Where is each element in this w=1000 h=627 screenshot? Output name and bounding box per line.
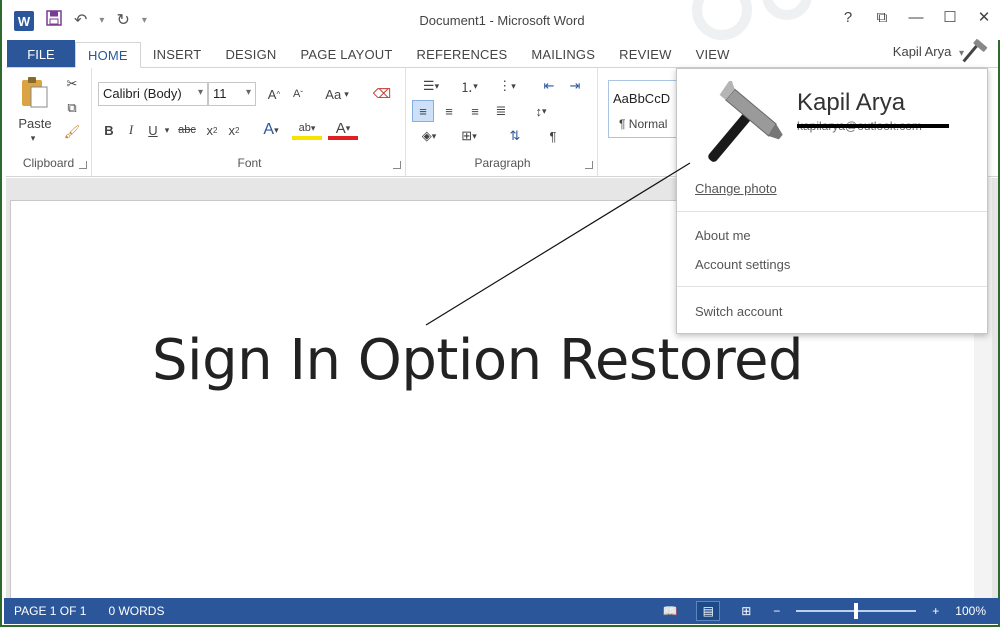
text-effects-icon[interactable]: A ▾ <box>258 120 284 140</box>
font-name-dropdown-icon[interactable]: ▾ <box>198 87 203 98</box>
align-center-icon[interactable]: ≡ <box>438 100 460 122</box>
multilevel-list-icon[interactable]: ⋮ ▾ <box>490 76 524 96</box>
tab-page-layout[interactable]: PAGE LAYOUT <box>289 40 405 68</box>
page-count-status[interactable]: PAGE 1 OF 1 <box>14 604 86 618</box>
sort-icon[interactable]: ⇅ <box>504 126 526 146</box>
change-photo-link[interactable]: Change photo <box>695 181 777 196</box>
font-group: Calibri (Body) ▾ 11 ▾ A ^ Aˇ Aa ▾ ⌫ B I U ▾ … <box>94 68 406 176</box>
help-button[interactable]: ? <box>838 9 858 26</box>
decrease-indent-icon[interactable]: ⇤ <box>538 76 560 96</box>
superscript-icon[interactable]: x2 <box>224 120 244 140</box>
line-spacing-icon[interactable]: ↕ ▾ <box>524 100 558 122</box>
tab-mailings[interactable]: MAILINGS <box>519 40 607 68</box>
maximize-button[interactable]: ☐ <box>940 8 960 26</box>
paste-button[interactable]: Paste <box>10 114 60 132</box>
clipboard-launcher-icon[interactable] <box>79 161 87 169</box>
tab-references[interactable]: REFERENCES <box>405 40 520 68</box>
window-controls: ? ⧉ — ☐ ✕ <box>838 8 994 27</box>
grow-font-icon[interactable]: A ^ <box>264 84 284 104</box>
change-case-button[interactable]: Aa ▾ <box>320 84 354 104</box>
word-window: W ↶ ▾ ↻ ▾ Document1 - Microsoft Word ? ⧉… <box>0 0 1000 627</box>
shading-icon[interactable]: ◈ ▾ <box>414 126 444 146</box>
ribbon-tabs: FILE HOME INSERT DESIGN PAGE LAYOUT REFE… <box>2 40 1000 68</box>
clipboard-group: Paste ▾ ✂ ⧉ 🖌 Clipboard <box>6 68 92 176</box>
paste-icon[interactable] <box>16 74 52 110</box>
print-layout-icon[interactable]: ▤ <box>696 601 721 621</box>
word-count-status[interactable]: 0 WORDS <box>108 604 164 618</box>
font-size-value: 11 <box>213 86 227 101</box>
style-normal-tile[interactable]: AaBbCcD ¶ Normal <box>608 80 682 138</box>
paragraph-group-label: Paragraph <box>474 156 531 170</box>
zoom-out-button[interactable]: − <box>773 604 780 618</box>
read-mode-icon[interactable]: 📖 <box>659 602 681 620</box>
status-bar: PAGE 1 OF 1 0 WORDS 📖 ▤ ⊞ − + 100% <box>4 598 1000 624</box>
ribbon-display-options-button[interactable]: ⧉ <box>872 9 892 26</box>
zoom-slider-thumb[interactable] <box>854 603 859 619</box>
underline-icon[interactable]: U <box>144 120 162 140</box>
cut-icon[interactable]: ✂ <box>62 74 82 94</box>
tab-design[interactable]: DESIGN <box>213 40 288 68</box>
account-popup: Kapil Arya kapilarya@outlook.com Change … <box>676 68 988 334</box>
popup-divider <box>677 211 987 212</box>
clear-formatting-icon[interactable]: ⌫ <box>372 84 392 104</box>
change-case-label: Aa <box>325 86 342 102</box>
font-size-combo[interactable]: 11 ▾ <box>208 82 256 106</box>
title-bar: W ↶ ▾ ↻ ▾ Document1 - Microsoft Word ? ⧉… <box>2 0 1000 40</box>
copy-icon[interactable]: ⧉ <box>62 98 82 118</box>
show-formatting-marks-icon[interactable]: ¶ <box>542 126 564 146</box>
highlight-color-icon[interactable]: ab ▾ <box>292 120 322 140</box>
format-painter-icon[interactable]: 🖌 <box>62 122 82 142</box>
user-account-menu[interactable]: Kapil Arya ▾ <box>893 44 964 59</box>
align-left-icon[interactable]: ≡ <box>412 100 434 122</box>
profile-photo-hammer-icon[interactable] <box>695 81 785 169</box>
tab-insert[interactable]: INSERT <box>141 40 214 68</box>
numbering-icon[interactable]: ⒈ ▾ <box>452 76 486 96</box>
strikethrough-icon[interactable]: abc <box>174 120 200 140</box>
account-name: Kapil Arya <box>797 89 906 116</box>
italic-icon[interactable]: I <box>122 120 140 140</box>
tab-review[interactable]: REVIEW <box>607 40 683 68</box>
shrink-font-icon[interactable]: Aˇ <box>288 84 308 104</box>
style-normal-label: ¶ Normal <box>619 117 668 131</box>
tab-view[interactable]: VIEW <box>684 40 742 68</box>
user-avatar-hammer-icon[interactable] <box>958 36 988 66</box>
paragraph-group: ☰ ▾ ⒈ ▾ ⋮ ▾ ⇤ ⇥ ≡ ≡ ≡ ≣ ↕ ▾ ◈ ▾ ⊞ ▾ ⇅ ¶ Paragr… <box>408 68 598 176</box>
font-size-dropdown-icon[interactable]: ▾ <box>246 87 251 98</box>
tab-file[interactable]: FILE <box>7 40 75 68</box>
minimize-button[interactable]: — <box>906 9 926 26</box>
tab-home[interactable]: HOME <box>75 42 141 68</box>
font-launcher-icon[interactable] <box>393 161 401 169</box>
align-right-icon[interactable]: ≡ <box>464 100 486 122</box>
popup-divider <box>677 286 987 287</box>
bullets-icon[interactable]: ☰ ▾ <box>414 76 448 96</box>
font-color-icon[interactable]: A ▾ <box>328 120 358 140</box>
web-layout-icon[interactable]: ⊞ <box>735 602 757 620</box>
subscript-icon[interactable]: x2 <box>202 120 222 140</box>
underline-dropdown-icon[interactable]: ▾ <box>162 120 172 140</box>
font-name-combo[interactable]: Calibri (Body) ▾ <box>98 82 208 106</box>
zoom-level[interactable]: 100% <box>955 604 986 618</box>
switch-account-link[interactable]: Switch account <box>695 304 782 319</box>
font-group-label: Font <box>237 156 262 170</box>
email-redaction-bar <box>797 124 949 128</box>
zoom-slider[interactable] <box>796 603 917 619</box>
paragraph-launcher-icon[interactable] <box>585 161 593 169</box>
increase-indent-icon[interactable]: ⇥ <box>564 76 586 96</box>
document-body-text: Sign In Option Restored <box>152 328 803 393</box>
justify-icon[interactable]: ≣ <box>490 100 512 122</box>
bold-icon[interactable]: B <box>100 120 118 140</box>
account-settings-link[interactable]: Account settings <box>695 257 790 272</box>
paste-dropdown-icon[interactable]: ▾ <box>28 132 38 144</box>
borders-icon[interactable]: ⊞ ▾ <box>454 126 484 146</box>
user-name: Kapil Arya <box>892 44 952 59</box>
font-name-value: Calibri (Body) <box>103 86 182 101</box>
close-button[interactable]: ✕ <box>974 8 994 26</box>
style-preview-text: AaBbCcD <box>613 91 671 106</box>
about-me-link[interactable]: About me <box>695 228 751 243</box>
zoom-in-button[interactable]: + <box>932 604 939 618</box>
